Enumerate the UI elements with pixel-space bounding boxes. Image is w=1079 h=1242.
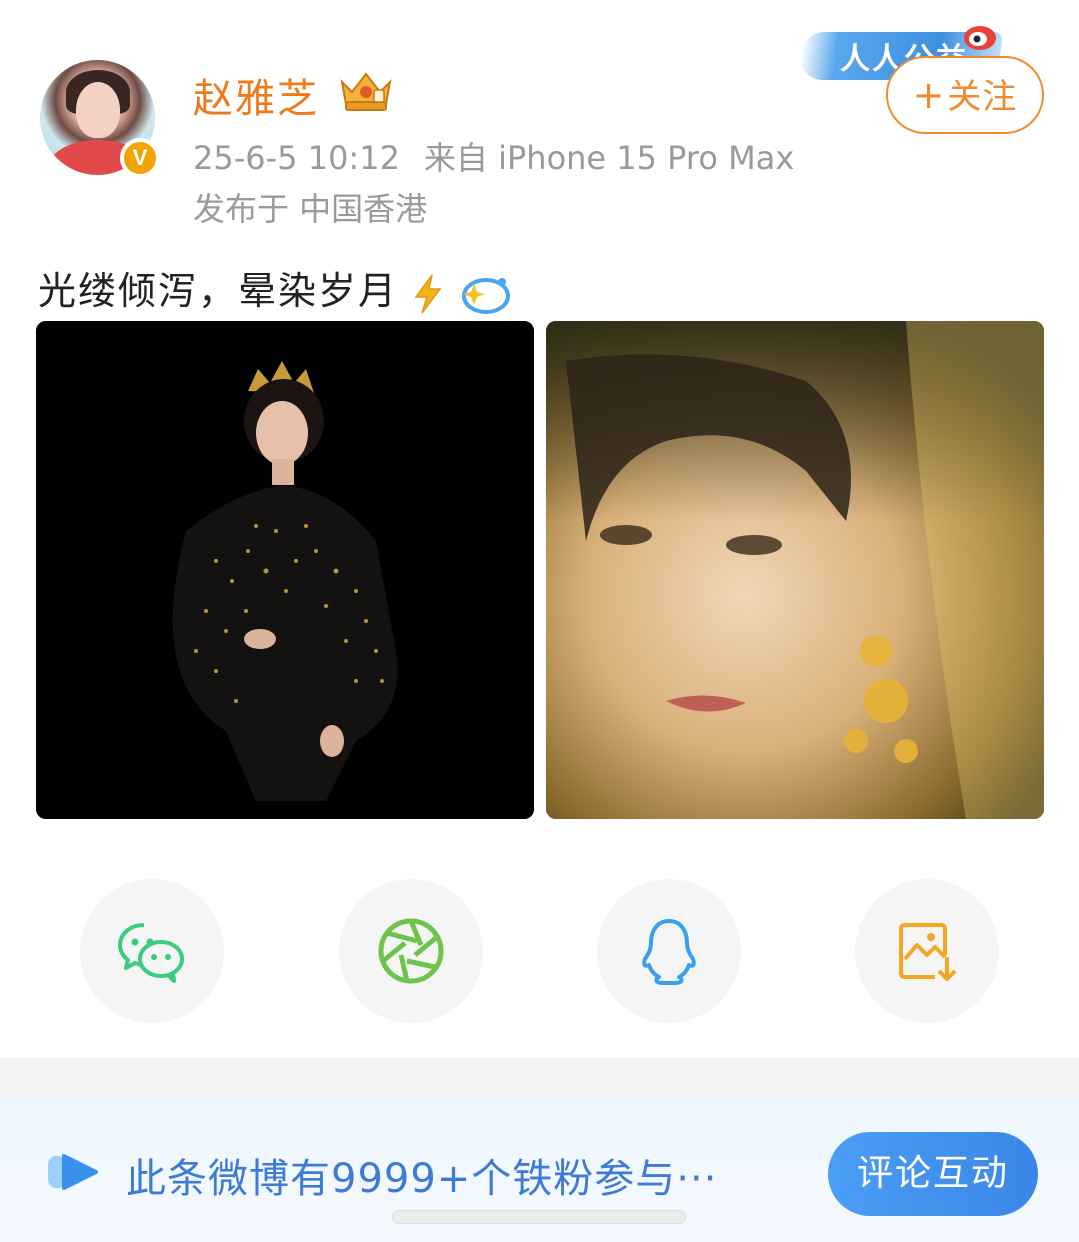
post-location: 发布于 中国香港 bbox=[193, 190, 428, 228]
fan-interaction-message[interactable]: 此条微博有9999+个铁粉参与··· bbox=[126, 1146, 717, 1204]
verified-badge-icon: V bbox=[120, 138, 160, 178]
save-image-button[interactable] bbox=[855, 879, 999, 1023]
username[interactable]: 赵雅芝 bbox=[193, 66, 319, 124]
weibo-post-page: V 赵雅芝 25-6-5 10:12 来自 iPhone 15 Pro Max 发… bbox=[0, 0, 1079, 1242]
play-forward-icon bbox=[48, 1154, 98, 1190]
section-divider bbox=[0, 1058, 1079, 1094]
comment-interact-button[interactable]: 评论互动 bbox=[828, 1132, 1038, 1216]
sparkle-orb-icon bbox=[462, 277, 511, 314]
follow-button[interactable]: +关注 bbox=[886, 56, 1044, 134]
save-image-icon bbox=[899, 923, 957, 981]
photo-woman-gold-gown bbox=[36, 321, 534, 819]
moments-icon bbox=[378, 918, 444, 984]
post-text: 光缕倾泻，晕染岁月 bbox=[38, 260, 512, 316]
avatar-face bbox=[76, 82, 120, 138]
home-indicator bbox=[392, 1210, 686, 1224]
qq-icon bbox=[642, 919, 696, 985]
share-moments-button[interactable] bbox=[339, 879, 483, 1023]
share-qq-button[interactable] bbox=[597, 879, 741, 1023]
post-timestamp: 25-6-5 10:12 bbox=[193, 139, 400, 177]
post-image-2[interactable] bbox=[546, 321, 1044, 819]
post-meta: 25-6-5 10:12 来自 iPhone 15 Pro Max bbox=[193, 133, 794, 179]
post-source: 来自 iPhone 15 Pro Max bbox=[423, 139, 795, 177]
crown-badge-icon bbox=[340, 72, 392, 111]
wechat-icon bbox=[118, 923, 184, 983]
photo-closeup-face bbox=[546, 321, 1044, 819]
lightning-icon bbox=[414, 274, 442, 313]
post-text-body: 光缕倾泻，晕染岁月 bbox=[38, 269, 399, 313]
follow-label: 关注 bbox=[947, 77, 1018, 117]
plus-icon: + bbox=[912, 73, 946, 117]
weibo-eye-icon bbox=[964, 26, 996, 50]
share-wechat-button[interactable] bbox=[80, 879, 224, 1023]
fan-interaction-bar: 此条微博有9999+个铁粉参与··· 评论互动 bbox=[0, 1094, 1079, 1242]
post-image-1[interactable] bbox=[36, 321, 534, 819]
